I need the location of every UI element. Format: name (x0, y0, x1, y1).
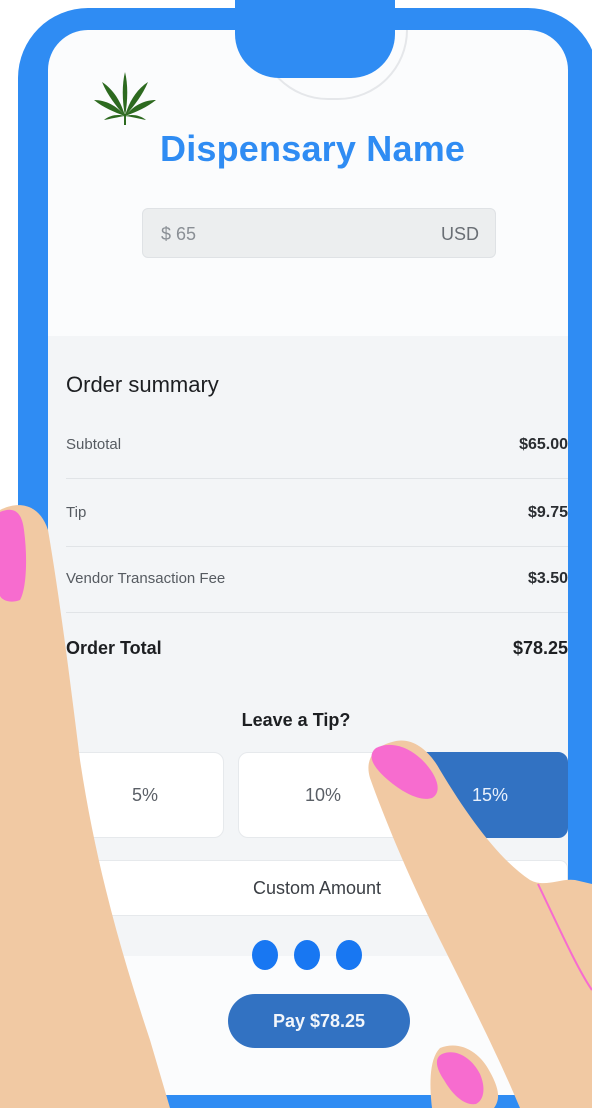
divider (66, 478, 568, 479)
currency-label: USD (440, 224, 479, 244)
leave-tip-heading: Leave a Tip? (241, 710, 351, 730)
loading-dot (294, 940, 320, 970)
amount-input[interactable]: $ 65 USD (142, 208, 496, 258)
tip-label: Tip (66, 504, 87, 521)
tip-5-button[interactable]: 5% (66, 752, 224, 838)
order-total-label: Order Total (66, 638, 162, 658)
loading-dot (252, 940, 278, 970)
tip-15-button[interactable]: 15% (412, 752, 568, 838)
order-summary-title: Order summary (66, 372, 219, 397)
divider (66, 612, 568, 613)
divider (66, 546, 568, 547)
amount-value: $ 65 (161, 224, 197, 244)
fee-label: Vendor Transaction Fee (66, 570, 226, 587)
tip-10-button[interactable]: 10% (238, 752, 408, 838)
cannabis-leaf-icon (94, 72, 156, 125)
subtotal-label: Subtotal (66, 436, 122, 453)
order-total-value: $78.25 (512, 638, 568, 658)
phone-notch (235, 0, 395, 78)
custom-amount-button[interactable]: Custom Amount (66, 860, 568, 916)
dispensary-name: Dispensary Name (160, 128, 466, 169)
fee-value: $3.50 (527, 570, 568, 587)
pay-button[interactable]: Pay $78.25 (228, 994, 410, 1048)
subtotal-value: $65.00 (519, 436, 568, 453)
loading-dot (336, 940, 362, 970)
tip-value: $9.75 (527, 504, 568, 521)
